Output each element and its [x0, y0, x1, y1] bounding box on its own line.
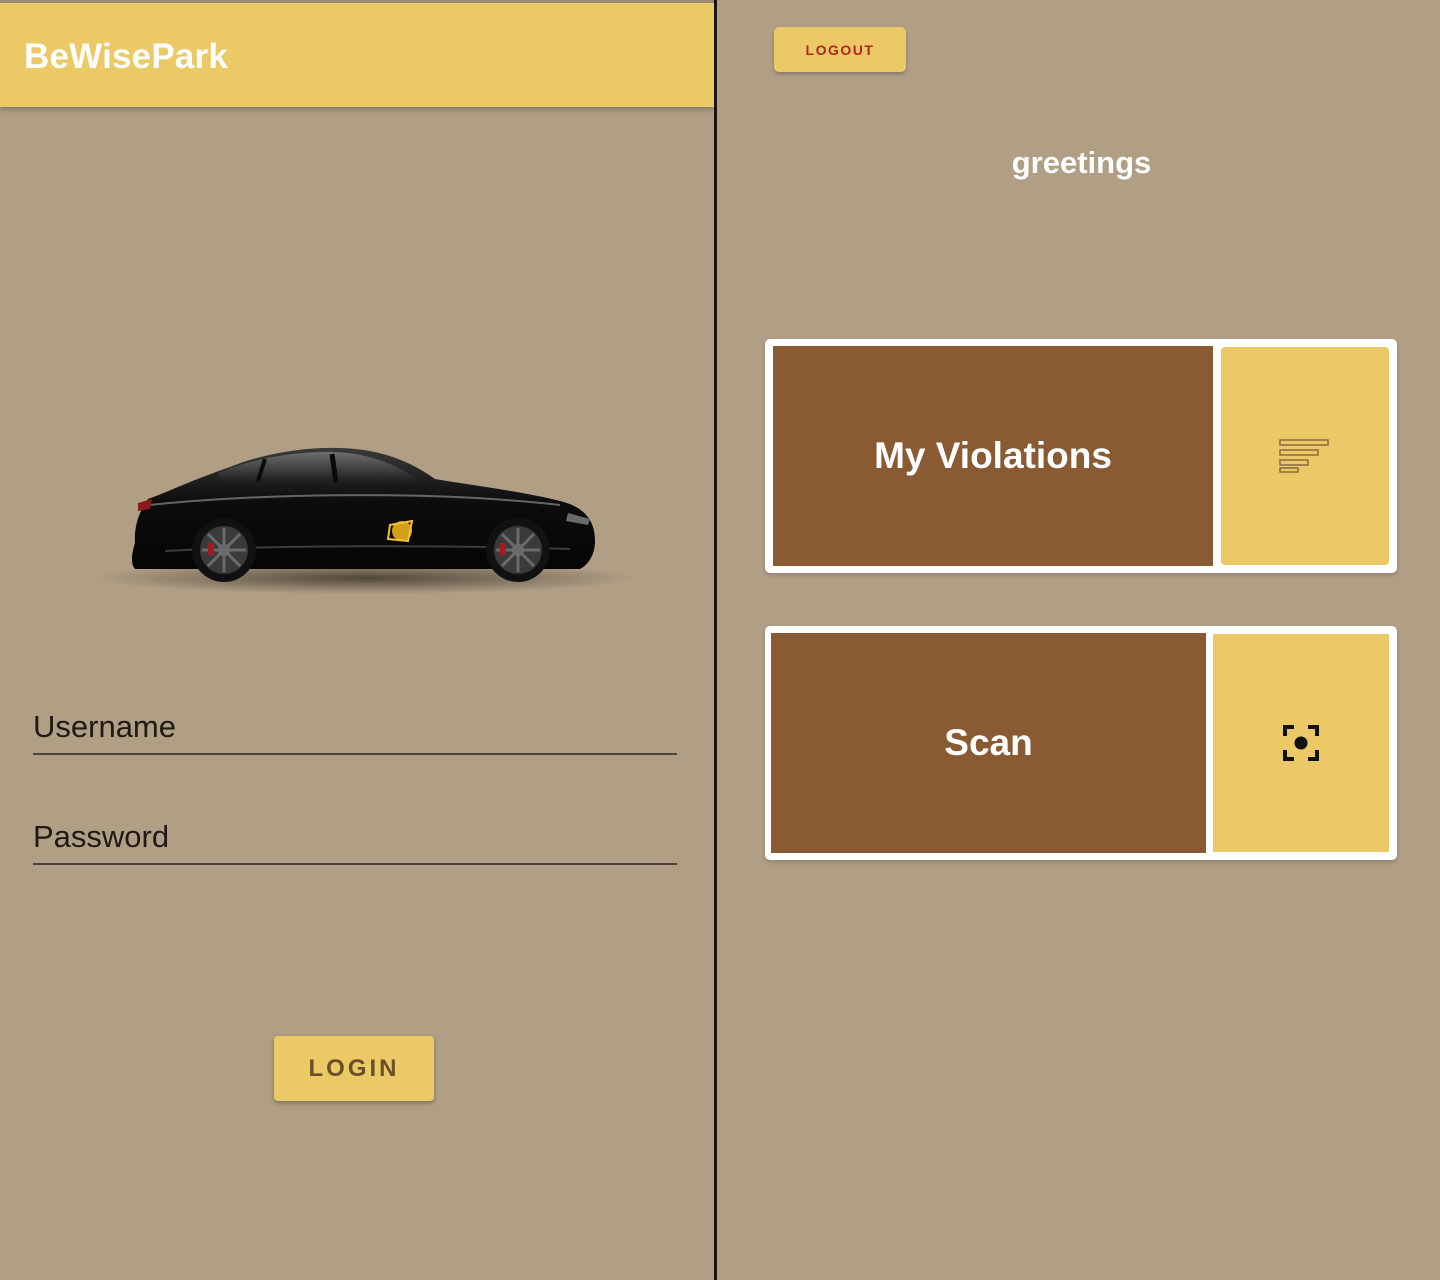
list-icon	[1279, 439, 1329, 473]
scan-icon	[1283, 725, 1319, 761]
app-bar: BeWisePark	[0, 3, 714, 107]
scan-icon-panel	[1213, 634, 1389, 852]
logout-button[interactable]: LOGOUT	[774, 27, 906, 72]
login-screen: BeWisePark Username LOGIN	[0, 0, 714, 1280]
scan-label: Scan	[771, 633, 1206, 853]
car-image	[95, 447, 635, 594]
app-screenshots: BeWisePark Username LOGIN LOGOUT greetin…	[0, 0, 1440, 1280]
password-field[interactable]	[33, 805, 677, 865]
username-input[interactable]	[33, 709, 677, 745]
greeting-text: greetings	[1011, 145, 1152, 180]
my-violations-card[interactable]: My Violations	[765, 339, 1397, 573]
my-violations-label: My Violations	[773, 346, 1213, 566]
app-title: BeWisePark	[24, 37, 229, 76]
username-field[interactable]	[33, 695, 677, 755]
scan-card[interactable]: Scan	[765, 626, 1397, 860]
home-screen: LOGOUT greetings My Violations Scan	[717, 0, 1440, 1280]
login-button[interactable]: LOGIN	[274, 1036, 434, 1101]
password-input[interactable]	[33, 819, 677, 855]
my-violations-icon-panel	[1221, 347, 1389, 565]
